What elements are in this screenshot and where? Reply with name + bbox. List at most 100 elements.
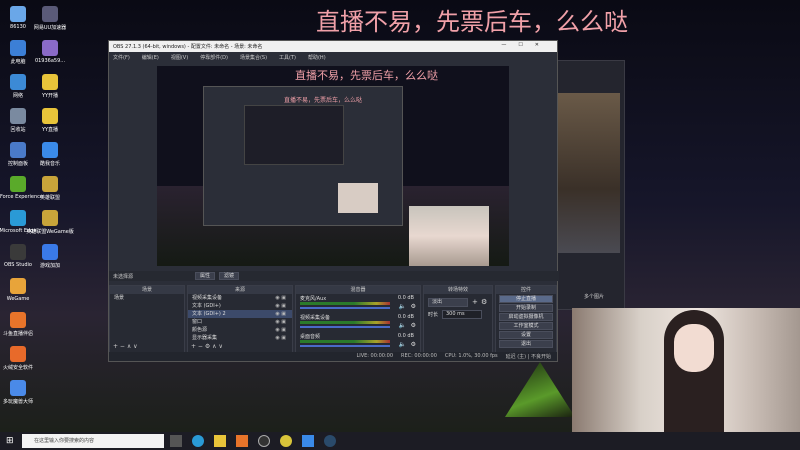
chrome-icon[interactable] [280,435,292,447]
speaker-icon[interactable]: 🔈 [399,322,406,329]
visibility-lock-icons[interactable]: ◉ ▣ [275,294,286,302]
menu-item[interactable]: 工具(T) [279,54,296,61]
taskbar-search-placeholder: 在这里输入你要搜索的内容 [34,438,95,444]
source-item[interactable]: 文本 (GDI+) 2 ◉ ▣ [188,310,292,318]
window-controls[interactable]: —☐✕ [501,42,551,48]
control-button[interactable]: 工作室模式 [499,322,553,330]
duration-input[interactable]: 300 ms [442,310,482,319]
task-view-icon[interactable] [170,435,182,447]
menu-item[interactable]: 文件(F) [113,54,130,61]
desktop-icon[interactable]: 英雄联盟 [24,176,76,201]
stream-banner: 直播不易，先票后车，么么哒 [316,8,628,36]
gear-icon[interactable]: ⚙ [411,341,416,348]
visibility-lock-icons[interactable]: ◉ ▣ [275,326,286,334]
media-icon[interactable] [302,435,314,447]
mixer-channel: 视频采集设备 0.0 dB 🔈 ⚙ [296,313,420,332]
menu-item[interactable]: 帮助(H) [308,54,326,61]
explorer-icon[interactable] [214,435,226,447]
channel-db: 0.0 dB [397,333,414,339]
visibility-lock-icons[interactable]: ◉ ▣ [275,310,286,318]
gear-icon[interactable]: ⚙ [481,298,487,306]
desktop-icon[interactable]: 斗鱼直播伴侣 [0,312,44,337]
desktop-icon-label: 01936a59... [34,58,66,64]
desktop-icon[interactable]: YY直播 [24,108,76,133]
source-item[interactable]: 颜色源 ◉ ▣ [188,326,292,334]
add-transition-icon[interactable]: + [472,298,478,306]
speaker-icon[interactable]: 🔈 [399,341,406,348]
obs-taskbar-icon[interactable] [258,435,270,447]
game-app-icon[interactable] [236,435,248,447]
webcam-preview [409,206,489,266]
desktop-icon-label: 酷我音乐 [39,161,60,167]
nested-obs-capture: 直播不易，先票后车，么么哒 [203,86,403,226]
status-bar: LIVE: 00:00:00 REC: 00:00:00 CPU: 1.0%, … [109,352,557,361]
desktop-icon[interactable]: 酷我音乐 [24,142,76,167]
gear-icon[interactable]: ⚙ [411,322,416,329]
desktop-icon-label: 斗鱼直播伴侣 [2,331,33,337]
sources-header: 来源 [188,286,292,294]
desktop-icon[interactable]: 火绒安全软件 [0,346,44,371]
desktop-icon-label: YY开播 [41,93,59,99]
filters-button[interactable]: 滤镜 [219,272,239,280]
desktop-icon[interactable]: 多玩魔兽大师 [0,380,44,405]
desktop-icon-label: YY直播 [41,127,59,133]
menu-item[interactable]: 场景集合(S) [240,54,267,61]
taskbar-search-input[interactable]: 在这里输入你要搜索的内容 [22,434,164,448]
volume-slider[interactable] [300,345,390,347]
control-button[interactable]: 停止直播 [499,295,553,303]
app-icon [42,210,58,226]
source-toolbar: 未选择源 属性 滤镜 [109,271,559,281]
properties-button[interactable]: 属性 [195,272,215,280]
visibility-lock-icons[interactable]: ◉ ▣ [275,334,286,342]
speaker-icon[interactable]: 🔈 [399,303,406,310]
desktop-icon[interactable]: WeGame [0,278,44,302]
edge-icon[interactable] [192,435,204,447]
app-icon [42,108,58,124]
game-art [558,93,620,253]
controls-panel: 控件 停止直播 开始录制 启动虚拟摄像机 工作室模式 设置 退出 [495,285,557,353]
background-window: 多个图片 [555,60,625,310]
app-icon [10,346,26,362]
desktop-icon[interactable]: 游戏加加 [24,244,76,269]
obs-titlebar[interactable]: OBS 27.1.3 (64-bit, windows) - 配置文件: 未命名… [109,41,557,52]
source-item[interactable]: 窗口 ◉ ▣ [188,318,292,326]
sources-footer[interactable]: + − ⚙ ∧ ∨ [191,343,223,350]
desktop-icon[interactable]: 网易UU加速器 [24,6,76,31]
visibility-lock-icons[interactable]: ◉ ▣ [275,318,286,326]
gear-icon[interactable]: ⚙ [411,303,416,310]
desktop-icon[interactable]: YY开播 [24,74,76,99]
desktop-icon-label: 英雄联盟WeGame版 [26,229,74,235]
steam-icon[interactable] [324,435,336,447]
source-item[interactable]: 视频采集设备 ◉ ▣ [188,294,292,302]
desktop-icon[interactable]: 01936a59... [24,40,76,64]
visibility-lock-icons[interactable]: ◉ ▣ [275,302,286,310]
windows-start-icon[interactable]: ⊞ [6,436,14,446]
source-item[interactable]: 显示器采集 ◉ ▣ [188,334,292,342]
taskbar-apps [170,435,336,447]
volume-slider[interactable] [300,326,390,328]
control-button[interactable]: 设置 [499,331,553,339]
side-panel-label: 多个图片 [584,294,605,300]
volume-meter [300,340,390,343]
app-icon [10,380,26,396]
control-button[interactable]: 开始录制 [499,304,553,312]
desktop-icon[interactable]: 英雄联盟WeGame版 [24,210,76,235]
volume-meter [300,321,390,324]
menu-item[interactable]: 编辑(E) [142,54,159,61]
control-button[interactable]: 启动虚拟摄像机 [499,313,553,321]
menu-item[interactable]: 视图(V) [171,54,188,61]
scenes-panel: 场景 场景 + − ∧ ∨ [109,285,185,353]
source-item[interactable]: 文本 (GDI+) ◉ ▣ [188,302,292,310]
obs-window[interactable]: OBS 27.1.3 (64-bit, windows) - 配置文件: 未命名… [108,40,559,362]
desktop-icon-label: 网易UU加速器 [33,25,67,31]
obs-preview[interactable]: 直播不易，先票后车，么么哒 直播不易，先票后车，么么哒 [157,66,509,266]
control-button[interactable]: 退出 [499,340,553,348]
obs-menubar: 文件(F) 编辑(E) 视图(V) 停靠部件(D) 场景集合(S) 工具(T) 帮助(H) [109,52,557,62]
menu-item[interactable]: 停靠部件(D) [200,54,228,61]
transition-select[interactable]: 淡出 [428,298,468,307]
volume-slider[interactable] [300,307,390,309]
app-icon [42,74,58,90]
scene-item[interactable]: 场景 [110,294,184,302]
controls-header: 控件 [496,286,556,294]
scenes-footer[interactable]: + − ∧ ∨ [113,343,138,350]
